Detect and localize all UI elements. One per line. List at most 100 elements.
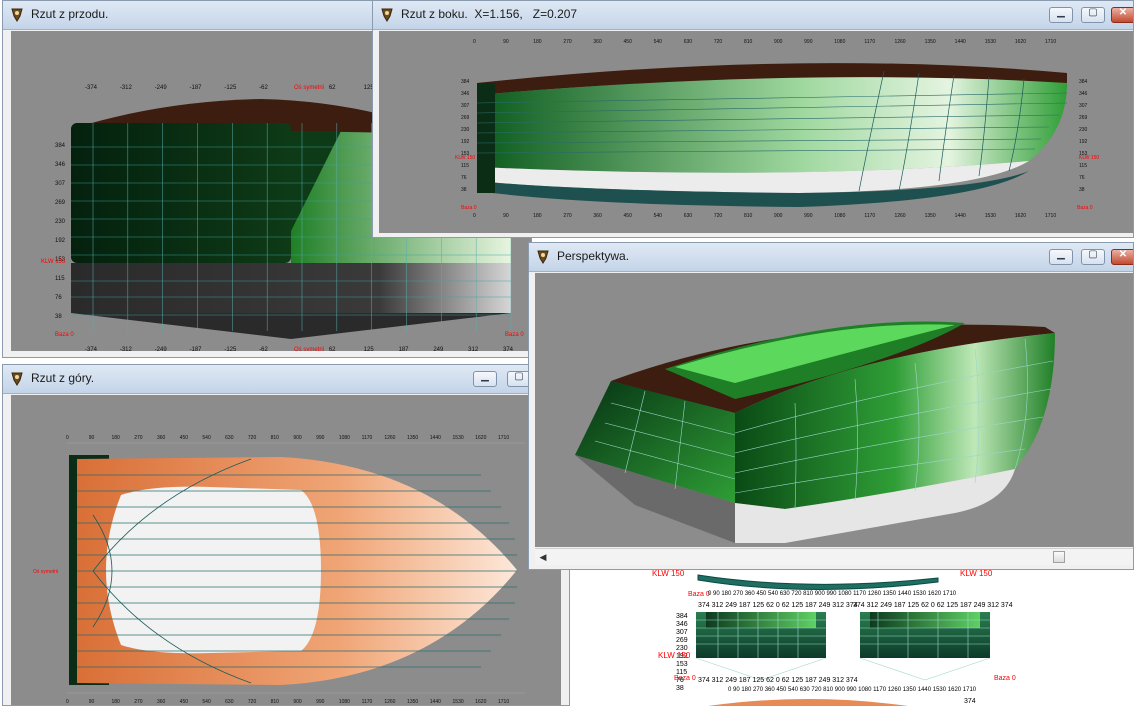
front-xtick-bot-1: -312	[120, 347, 133, 351]
side-view-canvas[interactable]: 0 90 180 270 360 450 540 630 720 810 900 990 1080 117…	[379, 31, 1133, 233]
side-waterline-left: KLW 150	[455, 155, 475, 161]
maximize-button[interactable]: ▢	[1081, 7, 1105, 23]
side-xtick-top-9: 810	[744, 39, 753, 45]
perspective-drawing	[575, 321, 1055, 543]
perspective-canvas[interactable]	[535, 273, 1133, 547]
side-xtick-bot-2: 180	[533, 213, 542, 219]
front-xtick-top-1: -312	[120, 85, 133, 91]
side-ytick-l-2: 307	[461, 103, 470, 109]
side-xtick-bot-12: 1080	[834, 213, 845, 219]
window-perspective[interactable]: Perspektywa. ▁ ▢ ✕ ◀	[528, 242, 1134, 570]
minimize-button[interactable]: ▁	[473, 371, 497, 387]
side-xtick-top-11: 990	[804, 39, 813, 45]
front-ytick-5: 192	[55, 238, 66, 244]
preview-base-right: Baza 0	[994, 675, 1016, 682]
close-button[interactable]: ✕	[1111, 7, 1133, 23]
top-xtick-5: 450	[180, 435, 189, 441]
side-waterline-right: KLW 150	[1079, 155, 1099, 161]
top-xtick-17: 1530	[453, 435, 464, 441]
side-ytick-r-1: 346	[1079, 91, 1088, 97]
top-xtick-15: 1350	[407, 435, 418, 441]
front-ytick-3: 269	[55, 200, 66, 206]
preview-sheet: KLW 150 KLW 150 Baza 0 0 90 180 270 360 …	[578, 560, 1134, 706]
scroll-left-arrow[interactable]: ◀	[537, 551, 549, 563]
front-xtick-bot-10: 249	[433, 347, 444, 351]
top-xtick-b-11: 990	[316, 699, 325, 705]
side-xtick-bot-1: 90	[503, 213, 509, 219]
side-xtick-top-18: 1620	[1015, 39, 1026, 45]
side-ytick-r-3: 269	[1079, 115, 1088, 121]
top-xtick-b-12: 1080	[339, 699, 350, 705]
top-xtick-13: 1170	[362, 435, 373, 441]
top-xtick-b-7: 630	[225, 699, 234, 705]
front-base-left: Baza 0	[55, 332, 74, 338]
document-pin-icon	[381, 8, 393, 22]
top-xtick-8: 720	[248, 435, 257, 441]
side-ytick-l-0: 384	[461, 79, 470, 85]
minimize-icon: ▁	[481, 371, 489, 382]
side-xtick-bot-14: 1260	[894, 213, 905, 219]
top-xtick-b-13: 1170	[362, 699, 373, 705]
maximize-button[interactable]: ▢	[1081, 249, 1105, 265]
side-xtick-top-19: 1710	[1045, 39, 1056, 45]
side-xtick-bot-17: 1530	[985, 213, 996, 219]
side-xtick-top-15: 1350	[925, 39, 936, 45]
window-top-view[interactable]: Rzut z góry. ▁ ▢ Oś symetrii 0 90 180 27…	[2, 364, 570, 706]
side-xtick-bot-11: 990	[804, 213, 813, 219]
preview-bottom-tick: 374	[964, 698, 976, 705]
preview-klw-mid: KLW 150	[658, 651, 691, 660]
side-ytick-l-4: 230	[461, 127, 470, 133]
side-xtick-top-2: 180	[533, 39, 542, 45]
top-xtick-2: 180	[111, 435, 120, 441]
top-view-canvas[interactable]: Oś symetrii 0 90 180 270 360 450 540 630 720 810 9…	[11, 395, 561, 705]
side-xtick-top-7: 630	[684, 39, 693, 45]
minimize-button[interactable]: ▁	[1049, 7, 1073, 23]
front-xtick-top-5: -62	[259, 85, 268, 91]
document-pin-icon	[11, 8, 23, 22]
preview-h2: 307	[676, 629, 688, 636]
titlebar-side-view[interactable]: Rzut z boku. X=1.156, Z=0.207 ▁ ▢ ✕	[373, 1, 1133, 30]
side-xtick-top-3: 270	[563, 39, 572, 45]
preview-h9: 38	[676, 685, 684, 692]
front-waterline-label: KLW 153	[41, 259, 66, 265]
side-ytick-l-8: 76	[461, 175, 467, 181]
side-xtick-top-4: 360	[593, 39, 602, 45]
front-xtick-bot-12: 374	[503, 347, 514, 351]
side-ytick-r-7: 115	[1079, 163, 1087, 169]
front-xtick-bot-5: -62	[259, 347, 268, 351]
close-button[interactable]: ✕	[1111, 249, 1133, 265]
maximize-icon: ▢	[1088, 7, 1098, 18]
minimize-button[interactable]: ▁	[1049, 249, 1073, 265]
top-xtick-b-15: 1350	[407, 699, 418, 705]
side-ytick-l-5: 192	[461, 139, 470, 145]
horizontal-scrollbar[interactable]: ◀	[535, 548, 1133, 565]
side-xtick-top-10: 900	[774, 39, 783, 45]
front-xtick-bot-11: 312	[468, 347, 479, 351]
top-xtick-b-5: 450	[180, 699, 189, 705]
side-xtick-top-5: 450	[624, 39, 633, 45]
front-ytick-8: 76	[55, 295, 62, 301]
scroll-thumb[interactable]	[1053, 551, 1065, 563]
front-xtick-bot-6: Oś symetrii	[294, 347, 324, 351]
side-xtick-top-0: 0	[473, 39, 476, 45]
side-xtick-top-8: 720	[714, 39, 723, 45]
top-xtick-9: 810	[271, 435, 280, 441]
top-xtick-b-4: 360	[157, 699, 166, 705]
window-side-view[interactable]: Rzut z boku. X=1.156, Z=0.207 ▁ ▢ ✕ 0 90…	[372, 0, 1134, 238]
side-ytick-r-9: 38	[1079, 187, 1085, 193]
top-xtick-b-3: 270	[134, 699, 143, 705]
front-ytick-0: 384	[55, 143, 66, 149]
top-xtick-0: 0	[66, 435, 69, 441]
side-xtick-top-16: 1440	[955, 39, 966, 45]
side-ytick-r-2: 307	[1079, 103, 1088, 109]
titlebar-top-view[interactable]: Rzut z góry. ▁ ▢	[3, 365, 569, 394]
front-ytick-2: 307	[55, 181, 66, 187]
close-icon: ✕	[1118, 7, 1128, 18]
top-xtick-b-16: 1440	[430, 699, 441, 705]
maximize-icon: ▢	[1088, 249, 1098, 260]
preview-base-label: Baza 0	[688, 591, 710, 598]
titlebar-perspective[interactable]: Perspektywa. ▁ ▢ ✕	[529, 243, 1133, 272]
front-xtick-bot-3: -187	[190, 347, 203, 351]
side-base-right: Baza 0	[1077, 205, 1093, 211]
document-pin-icon	[11, 372, 23, 386]
